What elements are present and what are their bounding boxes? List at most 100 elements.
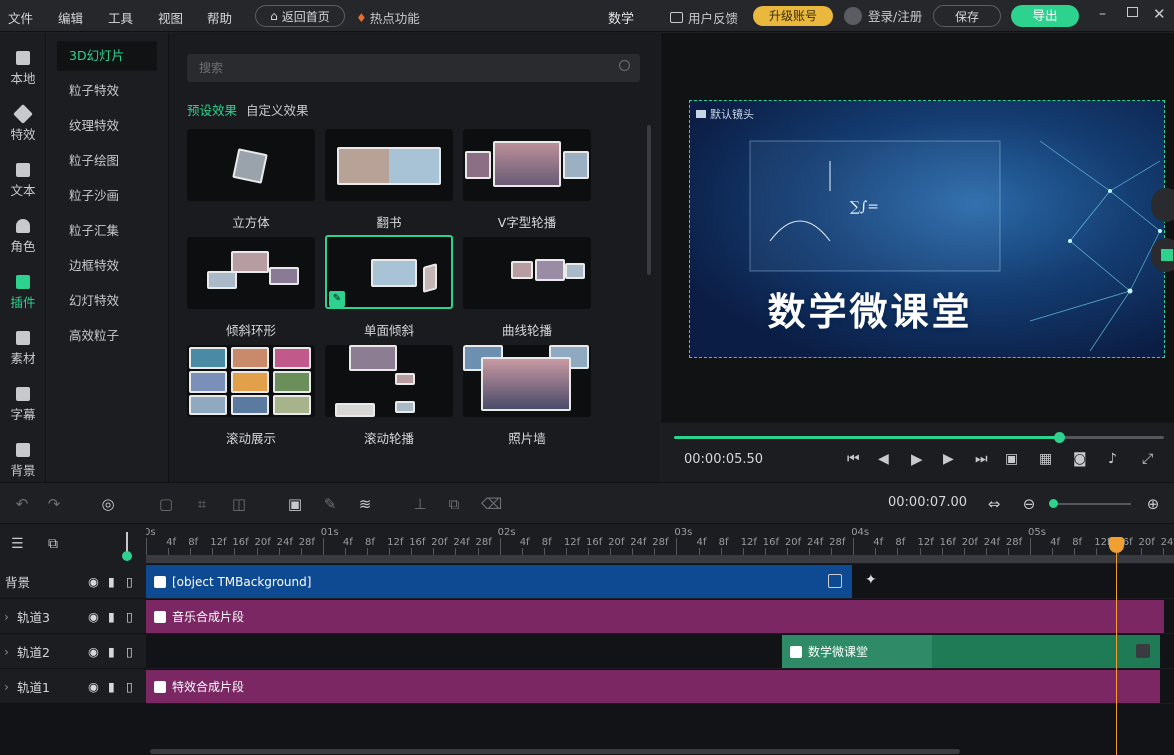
stamp-icon[interactable]: ⊥ [412, 496, 428, 512]
clip-end-icon[interactable] [828, 574, 842, 588]
fit-icon[interactable]: ⇔ [986, 496, 1002, 512]
layers-icon[interactable]: ≋ [357, 496, 373, 512]
undo-icon[interactable]: ↶ [14, 496, 30, 512]
home-button[interactable]: ⌂ 返回首页 [255, 5, 345, 27]
search-input[interactable]: 搜索 [187, 54, 640, 82]
menu-view[interactable]: 视图 [158, 8, 183, 27]
fullscreen-icon[interactable]: ⤢ [1142, 451, 1153, 467]
time-ruler[interactable]: 0s 4f 8f 12f 16f 20f 24f 28f 01s 4f 8f 12f 16f 20f 24f… [146, 524, 1174, 564]
minimize-icon[interactable]: – [1099, 6, 1106, 22]
category-item[interactable]: 粒子沙画 [57, 181, 157, 211]
rail-item-plugins[interactable]: 插件 [0, 265, 46, 321]
hot-features-button[interactable]: ♦ 热点功能 [356, 8, 420, 27]
side-layer-button[interactable] [1151, 238, 1174, 272]
category-item[interactable]: 3D幻灯片 [57, 41, 157, 71]
lock-icon[interactable]: ▮ [108, 679, 115, 694]
expand-icon[interactable]: › [4, 679, 9, 694]
background-clip[interactable]: [object TMBackground] [146, 565, 852, 598]
rail-item-materials[interactable]: 素材 [0, 321, 46, 377]
login-button[interactable]: 登录/注册 [844, 6, 922, 25]
effect-composite-clip[interactable]: 特效合成片段 [146, 670, 1160, 703]
menu-edit[interactable]: 编辑 [58, 8, 83, 27]
crop-icon[interactable]: ⌗ [194, 496, 210, 512]
rail-item-background[interactable]: 背景 [0, 433, 46, 489]
redo-icon[interactable]: ↷ [46, 496, 62, 512]
image-edit-icon[interactable]: ▣ [287, 496, 303, 512]
preview-mode-icon[interactable]: ▣ [1005, 451, 1018, 467]
grid-icon[interactable]: ▦ [1039, 451, 1052, 467]
rail-item-effects[interactable]: 特效 [0, 97, 46, 153]
rail-item-subtitles[interactable]: 字幕 [0, 377, 46, 433]
skip-start-icon[interactable]: ⏮ [847, 451, 860, 467]
eye-icon[interactable]: ◉ [88, 574, 99, 589]
timeline-playhead[interactable] [1116, 540, 1117, 755]
crop-frame-icon[interactable]: ▢ [158, 496, 174, 512]
playback-track[interactable] [674, 436, 1164, 439]
track-zoom-knob[interactable] [122, 551, 132, 561]
category-item[interactable]: 粒子绘图 [57, 146, 157, 176]
zoom-slider[interactable] [1053, 503, 1131, 505]
save-button[interactable]: 保存 [933, 5, 1001, 27]
eye-icon[interactable]: ◉ [88, 644, 99, 659]
expand-icon[interactable]: › [4, 644, 9, 659]
video-preview[interactable]: ∑∫= 默认镜头 数学微课堂 [689, 100, 1165, 358]
category-item[interactable]: 边框特效 [57, 251, 157, 281]
eye-icon[interactable]: ◉ [88, 609, 99, 624]
playhead-knob[interactable] [1053, 432, 1065, 443]
effect-card-scroll-display[interactable] [187, 345, 315, 417]
category-item[interactable]: 高效粒子 [57, 321, 157, 351]
play-icon[interactable]: ▶ [911, 450, 923, 468]
zoom-in-icon[interactable]: ⊕ [1145, 496, 1161, 512]
zoom-out-icon[interactable]: ⊖ [1021, 496, 1037, 512]
effect-card-flipbook[interactable] [325, 129, 453, 201]
category-item[interactable]: 粒子汇集 [57, 216, 157, 246]
volume-icon[interactable]: ♪ [1108, 451, 1117, 467]
rail-item-local[interactable]: 本地 [0, 41, 46, 97]
skip-end-icon[interactable]: ⏭ [975, 451, 988, 467]
effect-card-scroll-carousel[interactable] [325, 345, 453, 417]
trash-icon[interactable]: ▯ [126, 644, 133, 659]
effect-card-photo-wall[interactable] [463, 345, 591, 417]
export-button[interactable]: 导出 [1011, 5, 1079, 27]
work-area-bar[interactable] [146, 555, 1174, 563]
zoom-slider-knob[interactable] [1049, 499, 1058, 508]
effect-card-cube[interactable] [187, 129, 315, 201]
trash-icon[interactable]: ▯ [126, 679, 133, 694]
next-frame-icon[interactable]: ▶ [943, 451, 954, 467]
menu-help[interactable]: 帮助 [207, 8, 232, 27]
trash-icon[interactable]: ▯ [126, 574, 133, 589]
maximize-icon[interactable] [1127, 7, 1138, 17]
copy-icon[interactable]: ⧉ [446, 496, 462, 512]
panel-scrollbar[interactable] [647, 125, 651, 275]
category-item[interactable]: 幻灯特效 [57, 286, 157, 316]
effect-card-tilt-ring[interactable] [187, 237, 315, 309]
prev-frame-icon[interactable]: ◀ [878, 451, 889, 467]
split-icon[interactable]: ◫ [231, 496, 247, 512]
lock-icon[interactable]: ▮ [108, 644, 115, 659]
snap-icon[interactable]: ◎ [100, 496, 116, 512]
close-icon[interactable]: ✕ [1153, 5, 1166, 23]
track-settings-icon[interactable]: ☰ [11, 536, 24, 552]
eye-icon[interactable]: ◉ [88, 679, 99, 694]
lock-icon[interactable]: ▮ [108, 574, 115, 589]
timeline-scrollbar[interactable] [150, 749, 960, 754]
category-item[interactable]: 纹理特效 [57, 111, 157, 141]
playhead-handle[interactable] [1109, 537, 1124, 553]
add-transition-icon[interactable]: ✦ [865, 572, 877, 588]
delete-icon[interactable]: ⌫ [481, 496, 502, 512]
clip-effect-icon[interactable] [1136, 644, 1150, 658]
rail-item-text[interactable]: 文本 [0, 153, 46, 209]
rail-item-character[interactable]: 角色 [0, 209, 46, 265]
effect-card-single-tilt[interactable]: ✎ [325, 235, 453, 309]
menu-tools[interactable]: 工具 [108, 8, 133, 27]
add-track-icon[interactable]: ⧉ [48, 536, 58, 552]
effect-card-v-carousel[interactable] [463, 129, 591, 201]
effect-card-curve-carousel[interactable] [463, 237, 591, 309]
music-composite-clip[interactable]: 音乐合成片段 [146, 600, 1164, 633]
feedback-button[interactable]: 用户反馈 [670, 8, 738, 27]
expand-icon[interactable]: › [4, 609, 9, 624]
tab-preset[interactable]: 预设效果 [187, 100, 237, 119]
category-item[interactable]: 粒子特效 [57, 76, 157, 106]
upgrade-button[interactable]: 升级账号 [753, 6, 833, 26]
snapshot-icon[interactable]: ◙ [1073, 451, 1087, 467]
